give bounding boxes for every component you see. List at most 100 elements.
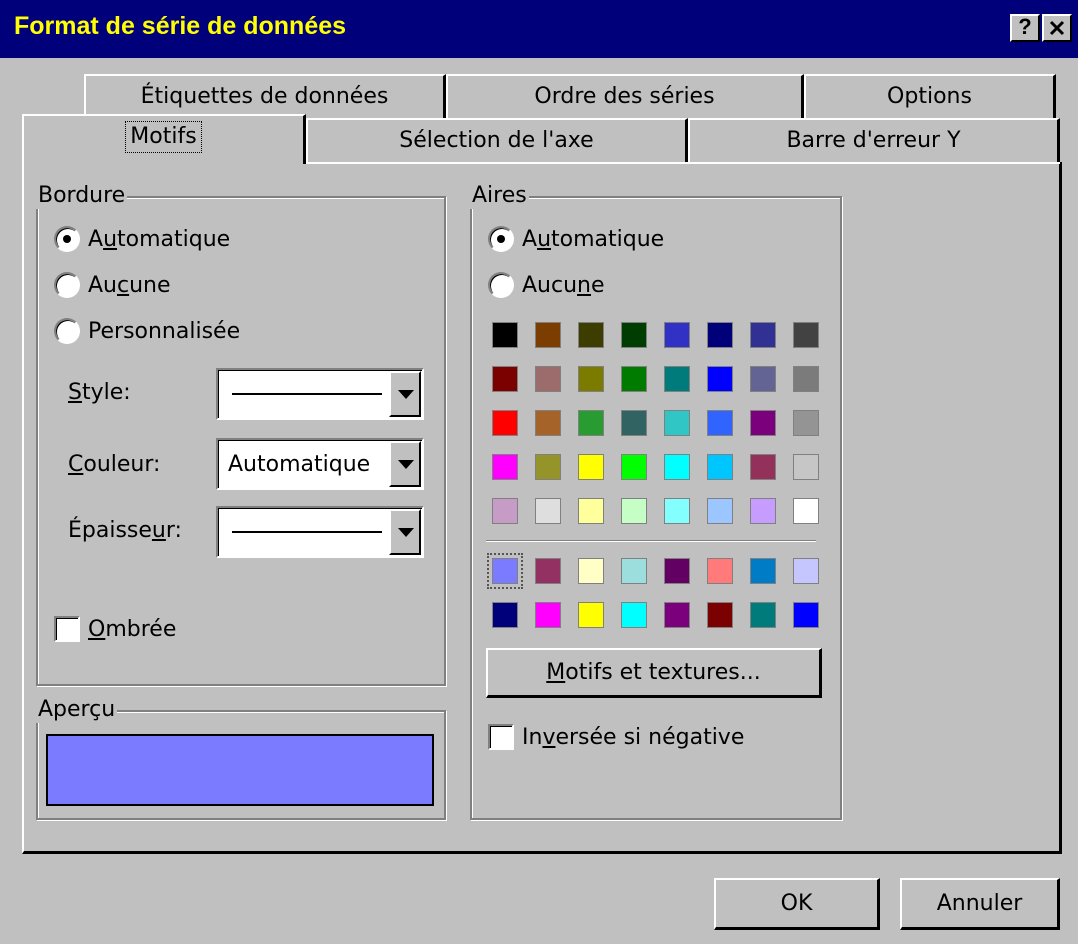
tab-label: Sélection de l'axe xyxy=(399,128,594,153)
cancel-button[interactable]: Annuler xyxy=(900,878,1060,930)
apercu-preview xyxy=(46,734,434,806)
chevron-down-icon[interactable] xyxy=(389,441,421,487)
color-swatch[interactable] xyxy=(621,410,647,436)
couleur-dropdown[interactable]: Automatique xyxy=(216,438,424,490)
color-swatch[interactable] xyxy=(621,454,647,480)
bordure-automatique-radio[interactable]: Automatique xyxy=(54,226,230,252)
color-swatch[interactable] xyxy=(664,558,690,584)
color-swatch[interactable] xyxy=(750,410,776,436)
tab-ordre-series[interactable]: Ordre des séries xyxy=(446,74,804,118)
radio-indicator xyxy=(54,272,80,298)
style-label: Style: xyxy=(68,380,131,405)
radio-label: Automatique xyxy=(88,226,231,252)
color-swatch[interactable] xyxy=(492,498,518,524)
color-swatch[interactable] xyxy=(707,498,733,524)
color-swatch[interactable] xyxy=(492,410,518,436)
checkbox-label: Ombrée xyxy=(88,616,177,642)
color-swatch[interactable] xyxy=(793,366,819,392)
color-swatch[interactable] xyxy=(578,454,604,480)
tab-motifs[interactable]: Motifs xyxy=(22,114,306,164)
radio-label: Aucune xyxy=(522,272,605,298)
color-swatch[interactable] xyxy=(750,498,776,524)
color-swatch[interactable] xyxy=(750,558,776,584)
color-swatch[interactable] xyxy=(621,322,647,348)
color-swatch[interactable] xyxy=(578,558,604,584)
color-swatch[interactable] xyxy=(793,602,819,628)
color-swatch[interactable] xyxy=(578,602,604,628)
tab-etiquettes[interactable]: Étiquettes de données xyxy=(84,74,446,118)
tab-options[interactable]: Options xyxy=(804,74,1056,118)
color-swatch[interactable] xyxy=(578,410,604,436)
color-swatch[interactable] xyxy=(664,322,690,348)
color-swatch[interactable] xyxy=(578,366,604,392)
color-swatch[interactable] xyxy=(664,602,690,628)
color-swatch[interactable] xyxy=(793,410,819,436)
bordure-personnalisee-radio[interactable]: Personnalisée xyxy=(54,318,240,344)
couleur-value: Automatique xyxy=(228,452,371,477)
color-swatch[interactable] xyxy=(707,454,733,480)
bordure-aucune-radio[interactable]: Aucune xyxy=(54,272,171,298)
tab-barre-erreur[interactable]: Barre d'erreur Y xyxy=(688,118,1060,162)
color-swatch[interactable] xyxy=(750,322,776,348)
epaisseur-dropdown[interactable] xyxy=(216,506,424,558)
checkbox-label: Inversée si négative xyxy=(522,724,745,750)
chevron-down-icon[interactable] xyxy=(389,509,421,555)
color-swatch[interactable] xyxy=(707,322,733,348)
color-swatch[interactable] xyxy=(621,498,647,524)
aires-automatique-radio[interactable]: Automatique xyxy=(488,226,664,252)
ombree-checkbox[interactable]: Ombrée xyxy=(54,616,176,642)
color-swatch[interactable] xyxy=(621,602,647,628)
checkbox-indicator xyxy=(488,724,514,750)
color-swatch[interactable] xyxy=(707,410,733,436)
style-dropdown[interactable] xyxy=(216,368,424,420)
epaisseur-label: Épaisseur: xyxy=(68,518,182,543)
color-swatch[interactable] xyxy=(578,322,604,348)
aires-aucune-radio[interactable]: Aucune xyxy=(488,272,605,298)
color-swatch[interactable] xyxy=(664,410,690,436)
close-button[interactable] xyxy=(1042,14,1072,42)
color-swatch[interactable] xyxy=(487,553,523,589)
color-swatch[interactable] xyxy=(707,558,733,584)
ok-button[interactable]: OK xyxy=(714,878,880,930)
radio-indicator xyxy=(488,226,514,252)
help-button[interactable]: ? xyxy=(1010,14,1040,42)
color-swatch[interactable] xyxy=(707,366,733,392)
color-swatch[interactable] xyxy=(707,602,733,628)
color-swatch[interactable] xyxy=(664,454,690,480)
color-swatch[interactable] xyxy=(535,410,561,436)
inverser-checkbox[interactable]: Inversée si négative xyxy=(488,724,744,750)
radio-label: Automatique xyxy=(522,226,665,252)
color-swatch[interactable] xyxy=(793,454,819,480)
color-swatch[interactable] xyxy=(492,366,518,392)
tab-label: Options xyxy=(887,84,972,109)
color-swatch[interactable] xyxy=(664,498,690,524)
color-swatch[interactable] xyxy=(750,454,776,480)
color-swatch[interactable] xyxy=(535,602,561,628)
color-swatch[interactable] xyxy=(492,322,518,348)
color-swatch[interactable] xyxy=(578,498,604,524)
color-swatch[interactable] xyxy=(535,322,561,348)
color-swatch[interactable] xyxy=(793,498,819,524)
color-swatch[interactable] xyxy=(750,366,776,392)
color-swatch[interactable] xyxy=(750,602,776,628)
color-swatch[interactable] xyxy=(621,366,647,392)
color-swatch[interactable] xyxy=(621,558,647,584)
tab-label: Étiquettes de données xyxy=(140,84,389,109)
radio-label: Aucune xyxy=(88,272,171,298)
color-swatch[interactable] xyxy=(535,366,561,392)
color-swatch[interactable] xyxy=(664,366,690,392)
color-swatch[interactable] xyxy=(535,558,561,584)
color-swatch[interactable] xyxy=(492,602,518,628)
color-swatch[interactable] xyxy=(793,322,819,348)
chevron-down-icon[interactable] xyxy=(389,371,421,417)
color-swatch[interactable] xyxy=(793,558,819,584)
color-swatch[interactable] xyxy=(535,454,561,480)
tab-label: Ordre des séries xyxy=(534,84,715,109)
color-swatch[interactable] xyxy=(492,454,518,480)
tab-label: Motifs xyxy=(125,121,202,153)
tab-selection-axe[interactable]: Sélection de l'axe xyxy=(306,118,688,162)
motifs-textures-button[interactable]: Motifs et textures... xyxy=(486,648,822,698)
window-title: Format de série de données xyxy=(14,12,347,40)
color-swatch[interactable] xyxy=(535,498,561,524)
bordure-title: Bordure xyxy=(36,183,128,209)
